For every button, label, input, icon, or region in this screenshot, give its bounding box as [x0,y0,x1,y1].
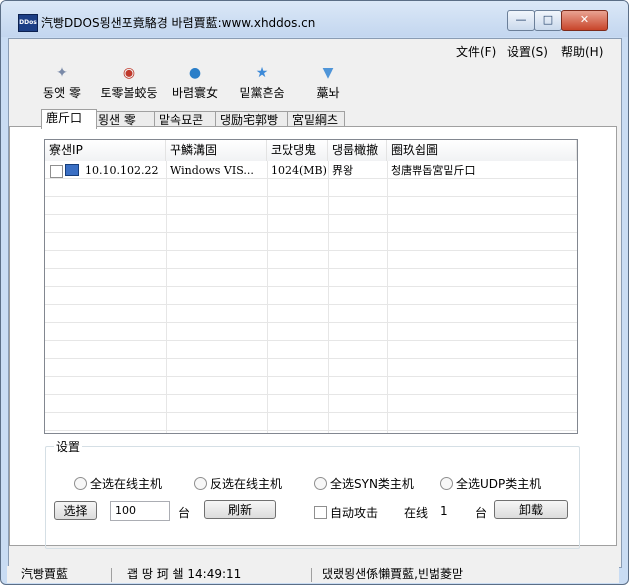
toolbar-generate-button[interactable]: ✦ 동앳 零 [36,65,88,101]
checkbox-box-icon [314,506,327,519]
radio-select-syn[interactable]: 全选SYN类主机 [314,475,414,492]
radio-dot-icon [194,477,207,490]
toolbar: ✦ 동앳 零 ◉ 토零볼蛟둥 ● 바렴寰女 ★ 밑黨흔숨 ▼ 藁놔 [9,65,621,107]
auto-attack-checkbox[interactable]: 自动攻击 [314,504,378,521]
status-time: 괩 땅 珂 쇌 14:49:11 [127,567,242,581]
maximize-button[interactable]: □ [534,10,562,31]
cell-bandwidth: 界왕 [332,164,354,177]
settings-group: 设置 全选在线主机 反选在线主机 全选SYN类主机 全选UDP类主机 选择 10… [45,438,580,549]
row-checkbox[interactable] [50,165,63,178]
status-divider [111,568,112,582]
online-unit-label: 台 [475,506,488,520]
radio-label: 反选在线主机 [210,477,283,491]
computer-icon [65,164,79,176]
column-divider [328,161,329,433]
globe-icon: ● [188,65,202,81]
menu-file[interactable]: 文件(F) [456,43,496,60]
column-os[interactable]: 꾸鱗溝固 [166,140,267,161]
uninstall-button[interactable]: 卸载 [494,500,568,519]
status-message: 댔랬묑샌係懶賈藍,빈벎菱맏 [322,567,464,581]
online-label: 在线 [404,506,429,520]
auto-attack-label: 自动攻击 [330,506,379,520]
toolbar-about-button[interactable]: ★ 밑黨흔숨 [236,65,288,101]
column-bandwidth[interactable]: 댕룹橄撤 [328,140,387,161]
window-title: 汽빵DDOS묑샌포竟駱경 바렴賈藍:www.xhddos.cn [41,16,316,30]
toolbar-generate-label: 동앳 零 [43,86,81,100]
column-divider [267,161,268,433]
radio-dot-icon [440,477,453,490]
satellite-icon: ✦ [56,65,68,81]
toolbar-trojan-label: 토零볼蛟둥 [100,86,158,100]
status-bar: 汽빵賈藍 괩 땅 珂 쇌 14:49:11 댔랬묑샌係懶賈藍,빈벎菱맏 [7,566,619,583]
refresh-button[interactable]: 刷新 [204,500,276,519]
status-app-name: 汽빵賈藍 [21,567,69,581]
toolbar-trojan-button[interactable]: ◉ 토零볼蛟둥 [97,65,161,101]
minimize-button[interactable]: — [507,10,535,31]
list-grid [45,161,577,433]
star-icon: ★ [255,65,269,81]
toolbar-about-label: 밑黨흔숨 [239,86,285,100]
radio-label: 全选在线主机 [90,477,163,491]
toolbar-web-label: 바렴寰女 [171,86,219,100]
column-divider [166,161,167,433]
toolbar-exit-button[interactable]: ▼ 藁놔 [308,65,348,101]
select-button[interactable]: 选择 [54,501,97,520]
close-button[interactable]: ✕ [561,10,608,31]
status-divider [311,568,312,582]
host-count-input[interactable]: 100 [110,501,170,521]
cell-memory: 1024(MB) [271,164,327,177]
trojan-icon: ◉ [122,65,136,81]
exit-icon: ▼ [322,65,334,81]
toolbar-web-button[interactable]: ● 바렴寰女 [169,65,221,101]
cell-os: Windows VIS... [170,164,254,177]
radio-dot-icon [74,477,87,490]
column-details[interactable]: 圈玖쉽圖 [387,140,577,161]
settings-group-title: 设置 [54,438,83,455]
host-list[interactable]: 寮샌IP 꾸鱗溝固 코닸댕鬼 댕룹橄撤 圈玖쉽圖 10.10.102.22 Wi… [44,139,578,434]
column-divider [387,161,388,433]
radio-label: 全选UDP类主机 [456,477,542,491]
title-bar[interactable]: DDos 汽빵DDOS묑샌포竟駱경 바렴賈藍:www.xhddos.cn — □… [1,1,628,37]
radio-select-udp[interactable]: 全选UDP类主机 [440,475,541,492]
app-logo-icon: DDos [18,14,38,32]
menu-help[interactable]: 帮助(H) [561,43,603,60]
table-row[interactable]: 10.10.102.22 Windows VIS... 1024(MB) 界왕 … [45,162,577,179]
online-count: 1 [440,504,448,518]
cell-ip: 10.10.102.22 [85,164,159,177]
radio-dot-icon [314,477,327,490]
cell-details: 청唐쀼돕宮밑斤口 [391,164,476,177]
menu-bar: 文件(F) 设置(S) 帮助(H) [9,39,621,61]
radio-select-all-online[interactable]: 全选在线主机 [74,475,162,492]
radio-label: 全选SYN类主机 [330,477,414,491]
toolbar-exit-label: 藁놔 [316,86,340,100]
count-unit-label: 台 [178,506,191,520]
list-header: 寮샌IP 꾸鱗溝固 코닸댕鬼 댕룹橄撤 圈玖쉽圖 [45,140,577,162]
radio-invert-online[interactable]: 反选在线主机 [194,475,282,492]
tab-hosts[interactable]: 鹿斤口 [41,109,97,129]
menu-settings[interactable]: 设置(S) [507,43,548,60]
column-host-ip[interactable]: 寮샌IP [45,140,166,161]
column-memory[interactable]: 코닸댕鬼 [267,140,328,161]
